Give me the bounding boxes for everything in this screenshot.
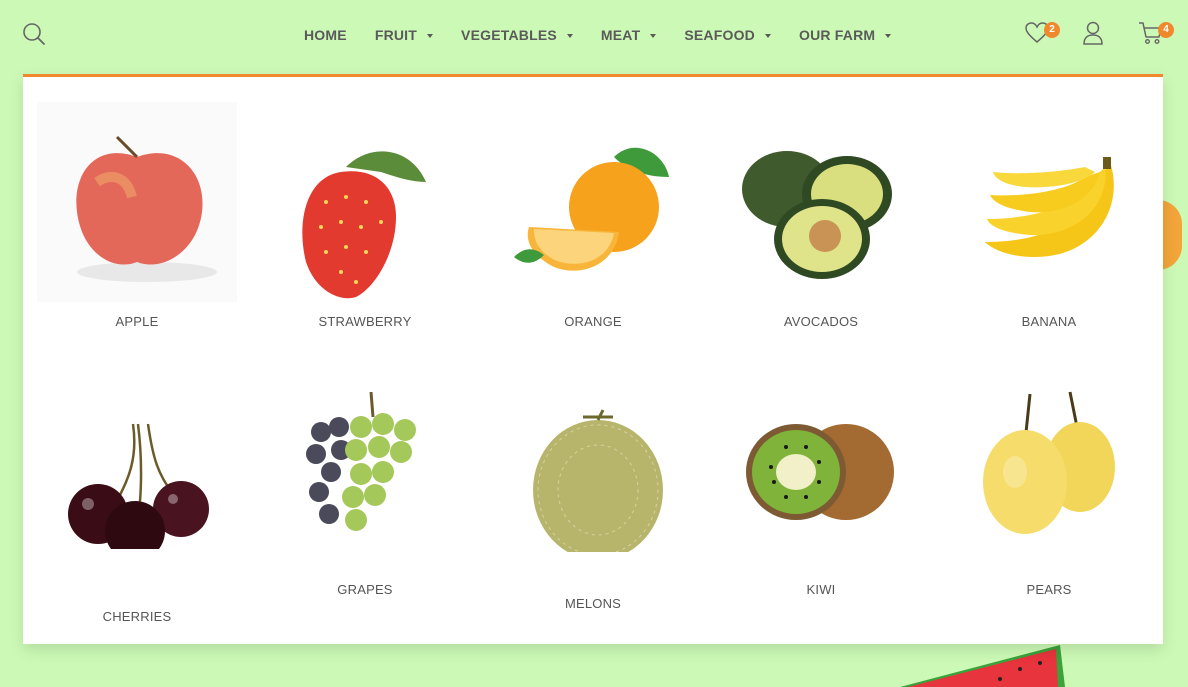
- menu-item-label: APPLE: [115, 314, 159, 329]
- menu-item-label: AVOCADOS: [783, 314, 859, 329]
- orange-image: [514, 147, 669, 271]
- menu-item-apple[interactable]: APPLE: [23, 102, 251, 342]
- user-icon: [1083, 21, 1103, 45]
- menu-item-avocados[interactable]: AVOCADOS: [707, 102, 935, 342]
- banana-image: [985, 157, 1114, 257]
- menu-item-orange[interactable]: ORANGE: [479, 102, 707, 342]
- menu-item-label: PEARS: [1026, 582, 1072, 597]
- avocado-image: [742, 151, 892, 279]
- apple-image: [37, 102, 237, 302]
- menu-item-cherries[interactable]: CHERRIES: [23, 377, 251, 624]
- menu-item-melons[interactable]: MELONS: [479, 377, 707, 617]
- menu-item-banana[interactable]: BANANA: [935, 102, 1163, 342]
- menu-item-strawberry[interactable]: STRAWBERRY: [251, 102, 479, 342]
- nav-label: HOME: [304, 27, 347, 43]
- fruit-mega-menu: APPLE STRAWBERRY ORANGE AVOCADOS BANANA …: [23, 74, 1163, 644]
- nav-item-home[interactable]: HOME: [304, 27, 347, 43]
- caret-down-icon: [764, 33, 771, 38]
- cherries-image: [68, 423, 209, 549]
- nav-item-fruit[interactable]: FRUIT: [374, 27, 434, 43]
- menu-item-label: ORANGE: [564, 314, 622, 329]
- header: HOME FRUIT VEGETABLES MEAT SEAFOOD OUR F…: [0, 0, 1188, 70]
- caret-down-icon: [650, 33, 657, 38]
- menu-item-grapes[interactable]: GRAPES: [251, 377, 479, 617]
- main-nav: HOME FRUIT VEGETABLES MEAT SEAFOOD OUR F…: [290, 20, 905, 50]
- menu-item-pears[interactable]: PEARS: [935, 377, 1163, 617]
- search-button[interactable]: [22, 22, 46, 46]
- nav-label: OUR FARM: [798, 27, 876, 43]
- cart-button[interactable]: 4: [1138, 20, 1174, 48]
- caret-down-icon: [427, 33, 434, 38]
- menu-item-label: GRAPES: [337, 582, 393, 597]
- search-icon: [23, 23, 45, 45]
- wishlist-count-badge: 2: [1044, 22, 1060, 38]
- nav-label: MEAT: [600, 27, 641, 43]
- menu-item-label: BANANA: [1021, 314, 1077, 329]
- watermelon-image: [900, 645, 1065, 687]
- strawberry-image: [302, 151, 426, 299]
- nav-item-vegetables[interactable]: VEGETABLES: [461, 27, 573, 43]
- grapes-image: [306, 392, 416, 531]
- caret-down-icon: [566, 33, 573, 38]
- nav-label: VEGETABLES: [461, 27, 557, 43]
- menu-item-label: CHERRIES: [102, 609, 172, 624]
- menu-item-kiwi[interactable]: KIWI: [707, 377, 935, 617]
- account-button[interactable]: [1080, 20, 1110, 48]
- nav-label: SEAFOOD: [684, 27, 755, 43]
- nav-label: FRUIT: [374, 27, 418, 43]
- menu-item-label: MELONS: [564, 596, 622, 611]
- melon-image: [533, 409, 663, 552]
- cart-count-badge: 4: [1158, 22, 1174, 38]
- pears-image: [983, 391, 1115, 534]
- wishlist-button[interactable]: 2: [1024, 20, 1060, 48]
- menu-item-label: STRAWBERRY: [318, 314, 412, 329]
- nav-item-seafood[interactable]: SEAFOOD: [684, 27, 771, 43]
- caret-down-icon: [885, 33, 892, 38]
- menu-item-label: KIWI: [806, 582, 836, 597]
- nav-item-our-farm[interactable]: OUR FARM: [798, 27, 892, 43]
- nav-item-meat[interactable]: MEAT: [600, 27, 657, 43]
- kiwi-image: [746, 424, 894, 520]
